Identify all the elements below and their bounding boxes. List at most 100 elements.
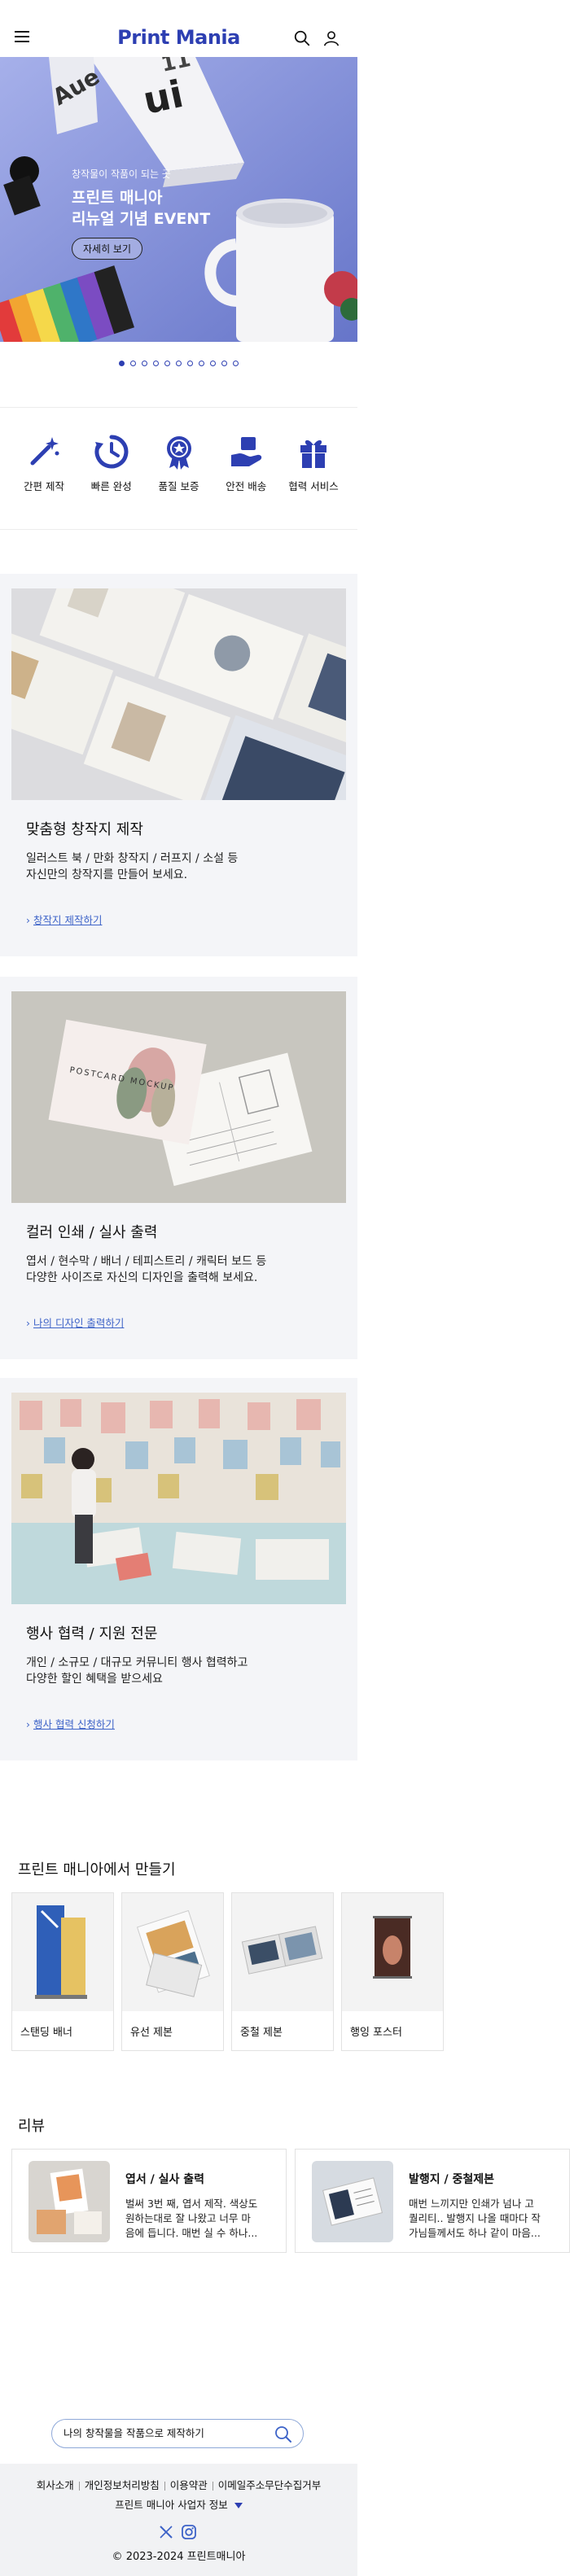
service-delivery[interactable]: 안전 배송 (213, 434, 278, 493)
review-body: 벌써 3번 째, 엽서 제작. 색상도 원하는대로 잘 나왔고 너무 마 음에 … (125, 2197, 276, 2241)
product-image (122, 1893, 223, 2011)
feature-link-label[interactable]: 행사 협력 신청하기 (33, 1718, 115, 1730)
bottom-search-input[interactable] (64, 2426, 259, 2438)
carousel-dot-8[interactable] (199, 361, 204, 366)
carousel-dot-3[interactable] (142, 361, 147, 366)
review-image (312, 2161, 393, 2242)
feature-desc-line: 다양한 할인 혜택을 받으세요 (26, 1673, 163, 1686)
feature-image-postcard: POSTCARD MOCKUP (11, 991, 346, 1203)
review-title: 엽서 / 실사 출력 (125, 2173, 205, 2186)
review-line: 매번 느끼지만 인쇄가 넘나 고 (409, 2198, 534, 2210)
feature-link-label[interactable]: 창작지 제작하기 (33, 914, 102, 926)
carousel-dot-9[interactable] (210, 361, 216, 366)
service-easy-make[interactable]: 간편 제작 (11, 434, 77, 493)
chevron-down-icon (234, 2502, 243, 2508)
feature-card-event: 행사 협력 / 지원 전문 개인 / 소규모 / 대규모 커뮤니티 행사 협력하… (0, 1378, 357, 1760)
product-image (232, 1893, 333, 2011)
feature-card-custom-book: 맞춤형 창작지 제작 일러스트 북 / 만화 창작지 / 러프지 / 소설 등 … (0, 574, 357, 956)
search-icon[interactable] (293, 29, 311, 47)
feature-image-books (11, 588, 346, 800)
feature-card-color-print: POSTCARD MOCKUP 컬러 인쇄 / 실사 출력 엽서 / 현수막 /… (0, 977, 357, 1359)
footer-link-about[interactable]: 회사소개 (32, 2479, 79, 2491)
hero-text: 창작물이 작품이 되는 곳 프린트 매니아 리뉴얼 기념 EVENT 자세히 보… (72, 167, 210, 260)
service-label: 빠른 완성 (90, 480, 132, 492)
service-fast[interactable]: 빠른 완성 (79, 434, 144, 493)
magic-wand-icon (30, 437, 59, 466)
carousel-dot-7[interactable] (187, 361, 193, 366)
divider (0, 529, 357, 530)
quality-badge-icon (166, 436, 191, 470)
product-label: 중철 제본 (240, 2027, 283, 2039)
service-label: 안전 배송 (226, 480, 267, 492)
carousel-dots (0, 361, 357, 366)
hero-subtitle: 창작물이 작품이 되는 곳 (72, 168, 171, 180)
user-icon[interactable] (322, 29, 340, 47)
product-list: 스탠딩 배너 유선 제본 중철 제본 행잉 포스터 (11, 1892, 444, 2051)
feature-desc-line: 자신만의 창작지를 만들어 보세요. (26, 868, 188, 881)
gift-icon (300, 440, 326, 468)
search-icon[interactable] (274, 2425, 293, 2444)
carousel-dot-2[interactable] (130, 361, 136, 366)
feature-desc-line: 개인 / 소규모 / 대규모 커뮤니티 행사 협력하고 (26, 1656, 248, 1669)
reviews-section-title: 리뷰 (18, 2118, 46, 2135)
review-list: 엽서 / 실사 출력 벌써 3번 째, 엽서 제작. 색상도 원하는대로 잘 나… (11, 2149, 570, 2253)
product-card-wire-binding[interactable]: 유선 제본 (121, 1892, 224, 2051)
carousel-dot-11[interactable] (233, 361, 239, 366)
service-quality[interactable]: 품질 보증 (147, 434, 212, 493)
feature-desc-line: 엽서 / 현수막 / 배너 / 테피스트리 / 캐릭터 보드 등 (26, 1255, 267, 1268)
product-card-saddle-stitch[interactable]: 중철 제본 (231, 1892, 334, 2051)
carousel-dot-4[interactable] (153, 361, 159, 366)
review-card[interactable]: 발행지 / 중철제본 매번 느끼지만 인쇄가 넘나 고 퀄리티.. 발행지 나올… (295, 2149, 570, 2253)
instagram-icon[interactable] (181, 2524, 197, 2540)
footer-links: 회사소개 개인정보처리방침 이용약관 이메일주소무단수집거부 (0, 2477, 357, 2492)
bottom-search-bar (51, 2419, 304, 2448)
feature-desc-line: 다양한 사이즈로 자신의 디자인을 출력해 보세요. (26, 1271, 258, 1284)
product-card-standing-banner[interactable]: 스탠딩 배너 (11, 1892, 114, 2051)
products-section-title: 프린트 매니아에서 만들기 (18, 1861, 176, 1878)
service-label: 품질 보증 (158, 480, 199, 492)
product-label: 행잉 포스터 (350, 2027, 402, 2039)
header: Print Mania (0, 0, 357, 57)
service-label: 간편 제작 (24, 480, 64, 492)
feature-desc-line: 일러스트 북 / 만화 창작지 / 러프지 / 소설 등 (26, 852, 239, 865)
delivery-box-icon (231, 437, 262, 466)
review-title: 발행지 / 중철제본 (409, 2173, 495, 2186)
carousel-dot-6[interactable] (176, 361, 182, 366)
business-info-toggle[interactable]: 프린트 매니아 사업자 정보 (0, 2496, 357, 2512)
copyright-icon: © (112, 2551, 123, 2563)
product-card-hanging-poster[interactable]: 행잉 포스터 (341, 1892, 444, 2051)
product-label: 스탠딩 배너 (20, 2027, 72, 2039)
x-twitter-icon[interactable] (158, 2524, 174, 2540)
feature-description: 엽서 / 현수막 / 배너 / 테피스트리 / 캐릭터 보드 등 다양한 사이즈… (26, 1253, 335, 1286)
fast-clock-icon (94, 435, 129, 469)
review-image (28, 2161, 110, 2242)
copyright-text: 2023-2024 프린트매니아 (125, 2551, 246, 2563)
feature-link-event[interactable]: › 행사 협력 신청하기 (26, 1716, 115, 1731)
review-card[interactable]: 엽서 / 실사 출력 벌써 3번 째, 엽서 제작. 색상도 원하는대로 잘 나… (11, 2149, 287, 2253)
review-body: 매번 느끼지만 인쇄가 넘나 고 퀄리티.. 발행지 나올 때마다 작 가님들께… (409, 2197, 559, 2241)
service-partner[interactable]: 협력 서비스 (281, 434, 346, 493)
feature-description: 개인 / 소규모 / 대규모 커뮤니티 행사 협력하고 다양한 할인 혜택을 받… (26, 1655, 335, 1687)
carousel-dot-5[interactable] (164, 361, 170, 366)
hero-banner[interactable]: ui 11 Aue 창작물이 작품이 되는 곳 프린트 매니아 리뉴얼 기념 E… (0, 57, 357, 342)
footer-link-privacy[interactable]: 개인정보처리방침 (80, 2479, 164, 2491)
hero-title-line2: 리뉴얼 기념 EVENT (72, 210, 211, 228)
footer: 회사소개 개인정보처리방침 이용약관 이메일주소무단수집거부 프린트 매니아 사업자 … (0, 2464, 357, 2576)
feature-link-custom-book[interactable]: › 창작지 제작하기 (26, 912, 102, 927)
service-shortcuts: 간편 제작 빠른 완성 품질 보증 안전 배송 협력 서비스 (11, 434, 346, 493)
service-label: 협력 서비스 (288, 480, 339, 492)
footer-link-email-policy[interactable]: 이메일주소무단수집거부 (213, 2479, 326, 2491)
feature-link-color-print[interactable]: › 나의 디자인 출력하기 (26, 1314, 124, 1330)
product-image (12, 1893, 113, 2011)
feature-link-label[interactable]: 나의 디자인 출력하기 (33, 1317, 124, 1329)
social-links (158, 2524, 197, 2540)
feature-title: 맞춤형 창작지 제작 (26, 821, 143, 838)
footer-link-terms[interactable]: 이용약관 (165, 2479, 213, 2491)
feature-title: 행사 협력 / 지원 전문 (26, 1625, 158, 1642)
carousel-dot-10[interactable] (221, 361, 227, 366)
hero-title: 프린트 매니아 리뉴얼 기념 EVENT (72, 187, 210, 230)
divider (0, 407, 357, 408)
hero-detail-button[interactable]: 자세히 보기 (72, 238, 143, 260)
carousel-dot-1[interactable] (119, 361, 125, 366)
review-line: 음에 듭니다. 매번 실 수 하나... (125, 2227, 258, 2239)
